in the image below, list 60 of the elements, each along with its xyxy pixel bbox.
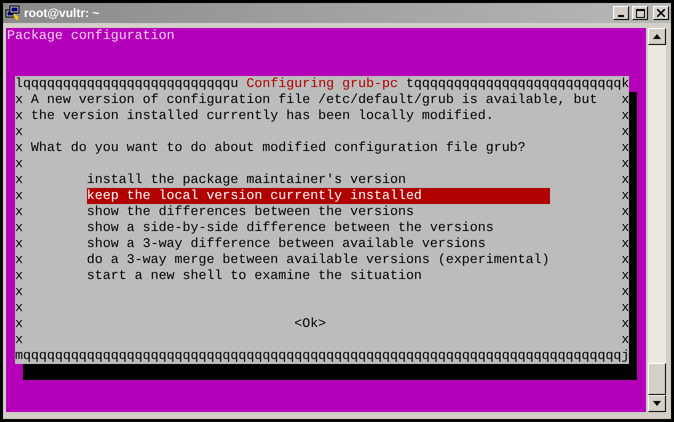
scroll-up-button[interactable] — [648, 28, 666, 45]
header-text: Package configuration — [7, 28, 175, 43]
menu-option[interactable]: start a new shell to examine the situation — [86, 268, 550, 284]
border-char: x — [621, 156, 630, 172]
maximize-icon — [636, 8, 644, 18]
maximize-button[interactable] — [632, 6, 648, 20]
message-text: A new version of configuration file /etc/default/grub is available, but — [30, 92, 598, 108]
scrollbar-thumb[interactable] — [648, 363, 666, 395]
border-char: x — [621, 204, 630, 220]
border-line: tqqqqqqqqqqqqqqqqqqqqqqqqqqk — [406, 76, 630, 92]
border-char: x — [14, 252, 23, 268]
message-text: the version installed currently has been locally modified. — [30, 108, 494, 124]
border-char: x — [14, 140, 23, 156]
border-char: x — [14, 204, 23, 220]
border-char: x — [621, 252, 630, 268]
menu-option[interactable]: do a 3-way merge between available versions (experimental) — [86, 252, 550, 268]
border-char: x — [14, 156, 23, 172]
border-char: x — [621, 172, 630, 188]
border-char: x — [14, 268, 23, 284]
border-char: x — [621, 140, 630, 156]
border-char: x — [621, 284, 630, 300]
border-char: x — [621, 236, 630, 252]
border-char: x — [621, 108, 630, 124]
border-char: x — [621, 316, 630, 332]
close-icon — [657, 9, 665, 17]
scroll-down-button[interactable] — [648, 395, 666, 412]
menu-option[interactable]: show a side-by-side difference between the versions — [86, 220, 550, 236]
menu-option[interactable]: show the differences between the versions — [86, 204, 550, 220]
border-char: x — [14, 124, 23, 140]
border-char: x — [621, 188, 630, 204]
menu-option[interactable]: keep the local version currently installed — [86, 188, 550, 204]
border-char: x — [14, 300, 23, 316]
border-char: x — [14, 188, 23, 204]
close-button[interactable] — [653, 6, 669, 20]
down-arrow-icon — [653, 401, 661, 406]
dialog-title: Configuring grub-pc — [246, 76, 398, 92]
up-arrow-icon — [653, 34, 661, 39]
border-line: lqqqqqqqqqqqqqqqqqqqqqqqqqqu — [14, 76, 238, 92]
border-char: x — [621, 332, 630, 348]
menu-option[interactable]: show a 3-way difference between available versions — [86, 236, 550, 252]
window-title: root@vultr: ~ — [24, 5, 100, 22]
border-char: x — [14, 332, 23, 348]
border-char: x — [621, 124, 630, 140]
ok-button[interactable]: <Ok> — [294, 316, 326, 332]
border-char: x — [14, 92, 23, 108]
border-char: x — [14, 172, 23, 188]
border-char: x — [14, 220, 23, 236]
computer-icon — [5, 5, 21, 21]
border-char: x — [14, 316, 23, 332]
border-char: x — [14, 236, 23, 252]
minimize-button[interactable] — [613, 6, 629, 20]
border-char: x — [14, 284, 23, 300]
border-char: x — [621, 268, 630, 284]
message-text: What do you want to do about modified configuration file grub? — [30, 140, 526, 156]
border-char: x — [621, 220, 630, 236]
border-char: x — [621, 92, 630, 108]
menu-option[interactable]: install the package maintainer's version — [86, 172, 550, 188]
border-char: x — [14, 108, 23, 124]
border-line: mqqqqqqqqqqqqqqqqqqqqqqqqqqqqqqqqqqqqqqqqqqqqqqqqqqqqqqqqqqqqqqqqqqqqqqqqqqqj — [14, 348, 630, 364]
border-char: x — [621, 300, 630, 316]
